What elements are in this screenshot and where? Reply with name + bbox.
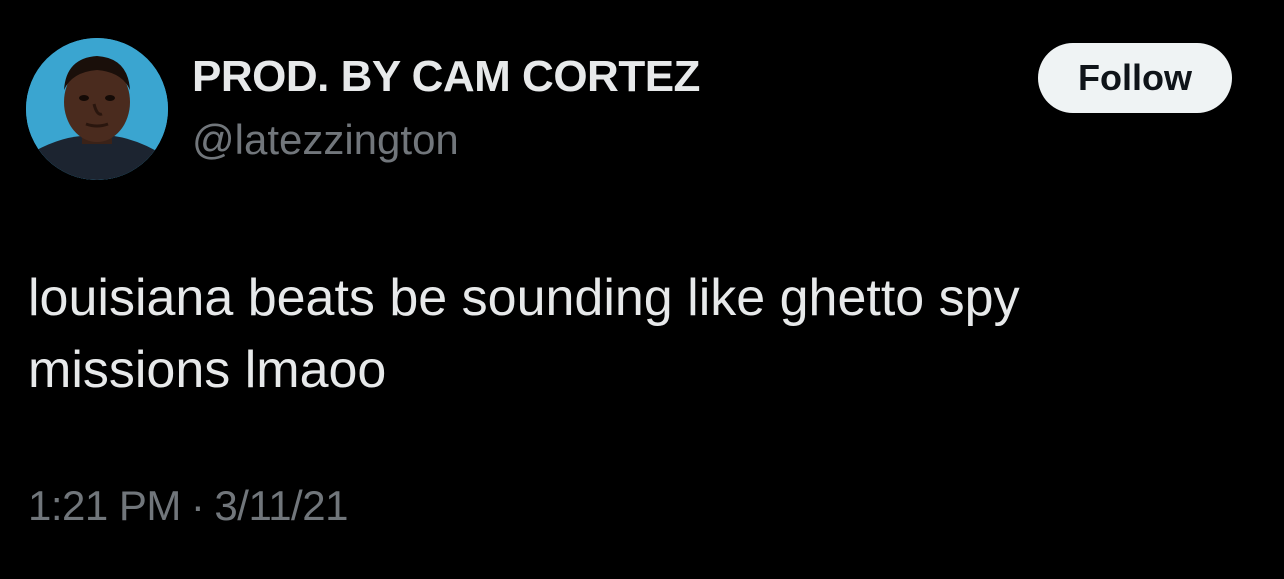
tweet-time: 1:21 PM: [28, 482, 181, 529]
profile-photo-icon: [26, 38, 168, 180]
avatar[interactable]: [26, 38, 168, 180]
tweet-timestamp[interactable]: 1:21 PM · 3/11/21: [28, 482, 348, 530]
display-name[interactable]: PROD. BY CAM CORTEZ: [192, 52, 700, 102]
tweet-date: 3/11/21: [214, 482, 348, 529]
user-handle[interactable]: @latezzington: [192, 116, 459, 164]
meta-separator: ·: [190, 482, 205, 529]
tweet-text: louisiana beats be sounding like ghetto …: [28, 269, 1020, 399]
follow-button[interactable]: Follow: [1038, 43, 1232, 113]
tweet-card: PROD. BY CAM CORTEZ @latezzington Follow…: [0, 0, 1284, 579]
